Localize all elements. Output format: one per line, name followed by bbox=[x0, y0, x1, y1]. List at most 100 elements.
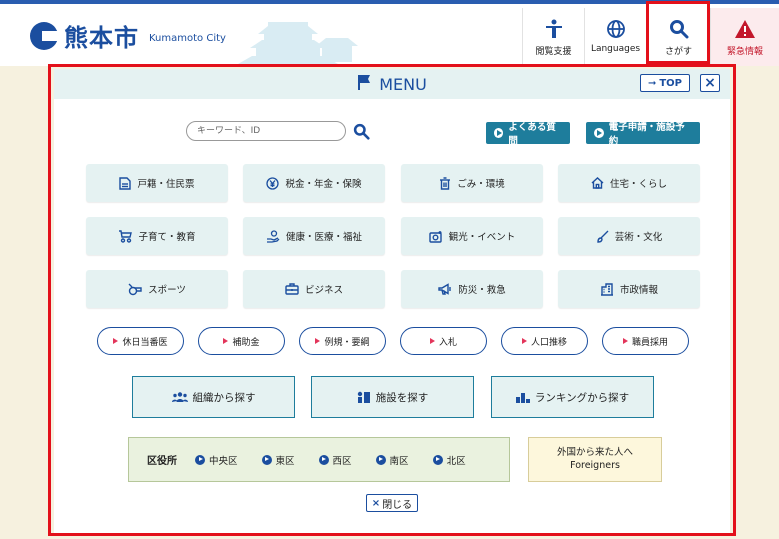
menu-header: MENU ➞ TOP × bbox=[54, 69, 730, 99]
flag-icon bbox=[357, 74, 371, 94]
category-label: 戸籍・住民票 bbox=[137, 179, 195, 190]
category-housing[interactable]: 住宅・くらし bbox=[558, 164, 700, 202]
ward-label: 南区 bbox=[389, 455, 409, 467]
category-label: スポーツ bbox=[148, 285, 186, 296]
emergency-info-button[interactable]: 緊急情報 bbox=[710, 8, 779, 66]
pill-bidding[interactable]: 入札 bbox=[400, 327, 487, 355]
arrow-right-icon: ➞ bbox=[647, 77, 657, 89]
category-city-info[interactable]: 市政情報 bbox=[558, 270, 700, 308]
pill-label: 職員採用 bbox=[631, 337, 668, 348]
keyword-search-input[interactable] bbox=[186, 121, 346, 141]
category-tax-pension[interactable]: 税金・年金・保険 bbox=[243, 164, 385, 202]
pill-label: 補助金 bbox=[232, 337, 260, 348]
category-label: 市政情報 bbox=[619, 285, 658, 296]
category-garbage-environment[interactable]: ごみ・環境 bbox=[401, 164, 543, 202]
warning-icon bbox=[734, 18, 756, 40]
top-label: TOP bbox=[659, 77, 683, 89]
pill-label: 休日当番医 bbox=[122, 337, 168, 348]
ward-nishi[interactable]: 西区 bbox=[318, 453, 352, 467]
house-icon bbox=[591, 177, 604, 189]
arrow-circle-icon bbox=[494, 128, 504, 138]
ward-label: 北区 bbox=[446, 455, 466, 467]
ward-title: 区役所 bbox=[147, 456, 177, 467]
big-button-label: 組織から探す bbox=[192, 391, 256, 404]
brush-icon bbox=[596, 230, 609, 243]
triangle-right-icon bbox=[521, 338, 527, 344]
close-menu-x-button[interactable]: × bbox=[700, 74, 720, 92]
care-hand-icon bbox=[266, 229, 280, 243]
menu-title: MENU bbox=[379, 74, 427, 94]
category-disaster-emergency[interactable]: 防災・救急 bbox=[401, 270, 543, 308]
emergency-label: 緊急情報 bbox=[726, 47, 763, 57]
whistle-icon bbox=[128, 283, 142, 296]
site-logo[interactable]: 熊本市 Kumamoto City bbox=[30, 18, 226, 53]
facility-icon bbox=[357, 391, 371, 403]
search-icon bbox=[669, 18, 689, 40]
search-facilities-button[interactable]: 施設を探す bbox=[311, 376, 474, 418]
foreigners-button[interactable]: 外国から来た人へ Foreigners bbox=[528, 437, 662, 482]
arrow-circle-icon bbox=[594, 128, 604, 138]
top-button[interactable]: ➞ TOP bbox=[640, 74, 690, 92]
arrow-circle-icon bbox=[195, 454, 205, 465]
category-label: 税金・年金・保険 bbox=[285, 179, 362, 190]
category-label: ビジネス bbox=[304, 285, 343, 296]
category-tourism-events[interactable]: 観光・イベント bbox=[401, 217, 543, 255]
e-application-button[interactable]: 電子申請・施設予約 bbox=[586, 122, 700, 147]
camera-icon bbox=[429, 230, 443, 243]
ward-minami[interactable]: 南区 bbox=[375, 453, 409, 467]
languages-button[interactable]: Languages bbox=[584, 8, 646, 66]
yen-icon bbox=[266, 176, 280, 190]
search-by-ranking-button[interactable]: ランキングから探す bbox=[491, 376, 654, 418]
keyword-search bbox=[186, 121, 370, 141]
arrow-circle-icon bbox=[375, 454, 386, 465]
search-label: さがす bbox=[664, 47, 692, 57]
logo-subtitle: Kumamoto City bbox=[149, 33, 226, 44]
languages-label: Languages bbox=[590, 44, 641, 54]
foreigners-label-en: Foreigners bbox=[570, 459, 620, 471]
ward-label: 中央区 bbox=[209, 455, 238, 467]
e-application-label: 電子申請・施設予約 bbox=[608, 122, 685, 147]
search-submit-icon[interactable] bbox=[352, 122, 370, 140]
ward-higashi[interactable]: 東区 bbox=[261, 453, 295, 467]
category-arts-culture[interactable]: 芸術・文化 bbox=[558, 217, 700, 255]
triangle-right-icon bbox=[315, 338, 321, 344]
ward-chuo[interactable]: 中央区 bbox=[195, 453, 238, 467]
site-header: 熊本市 Kumamoto City 閲覧支援 Languages さがす 緊急情… bbox=[0, 0, 779, 66]
trash-icon bbox=[439, 176, 451, 190]
pill-recruitment[interactable]: 職員採用 bbox=[602, 327, 689, 355]
pill-label: 例規・要綱 bbox=[324, 337, 370, 348]
logo-mark-icon bbox=[30, 21, 58, 50]
pill-population[interactable]: 人口推移 bbox=[501, 327, 588, 355]
category-label: 観光・イベント bbox=[448, 232, 516, 243]
ward-kita[interactable]: 北区 bbox=[432, 453, 466, 467]
big-button-label: ランキングから探す bbox=[534, 391, 630, 404]
search-by-organization-button[interactable]: 組織から探す bbox=[132, 376, 295, 418]
globe-icon bbox=[606, 18, 626, 40]
category-label: ごみ・環境 bbox=[457, 179, 505, 190]
pill-subsidies[interactable]: 補助金 bbox=[198, 327, 285, 355]
category-label: 芸術・文化 bbox=[614, 232, 663, 243]
accessibility-icon bbox=[545, 18, 563, 40]
faq-button[interactable]: よくある質問 bbox=[486, 122, 570, 147]
category-sports[interactable]: スポーツ bbox=[86, 270, 228, 308]
arrow-circle-icon bbox=[318, 454, 329, 465]
ranking-icon bbox=[515, 392, 530, 403]
ward-offices: 区役所 中央区 東区 西区 南区 北区 bbox=[128, 437, 510, 482]
foreigners-label-ja: 外国から来た人へ bbox=[556, 446, 633, 458]
search-button[interactable]: さがす bbox=[646, 8, 710, 66]
big-button-label: 施設を探す bbox=[375, 391, 429, 404]
ward-label: 西区 bbox=[332, 455, 352, 467]
close-menu-label: 閉じる bbox=[382, 499, 413, 511]
faq-label: よくある質問 bbox=[508, 122, 556, 147]
stroller-icon bbox=[118, 229, 133, 243]
category-family-register[interactable]: 戸籍・住民票 bbox=[86, 164, 228, 202]
pill-holiday-doctor[interactable]: 休日当番医 bbox=[97, 327, 184, 355]
close-menu-button[interactable]: × 閉じる bbox=[366, 494, 418, 512]
category-health-medical[interactable]: 健康・医療・福祉 bbox=[243, 217, 385, 255]
pill-label: 人口推移 bbox=[530, 337, 567, 348]
category-childcare-education[interactable]: 子育て・教育 bbox=[86, 217, 228, 255]
pill-regulations[interactable]: 例規・要綱 bbox=[299, 327, 386, 355]
accessibility-button[interactable]: 閲覧支援 bbox=[522, 8, 584, 66]
arrow-circle-icon bbox=[432, 454, 443, 465]
category-business[interactable]: ビジネス bbox=[243, 270, 385, 308]
